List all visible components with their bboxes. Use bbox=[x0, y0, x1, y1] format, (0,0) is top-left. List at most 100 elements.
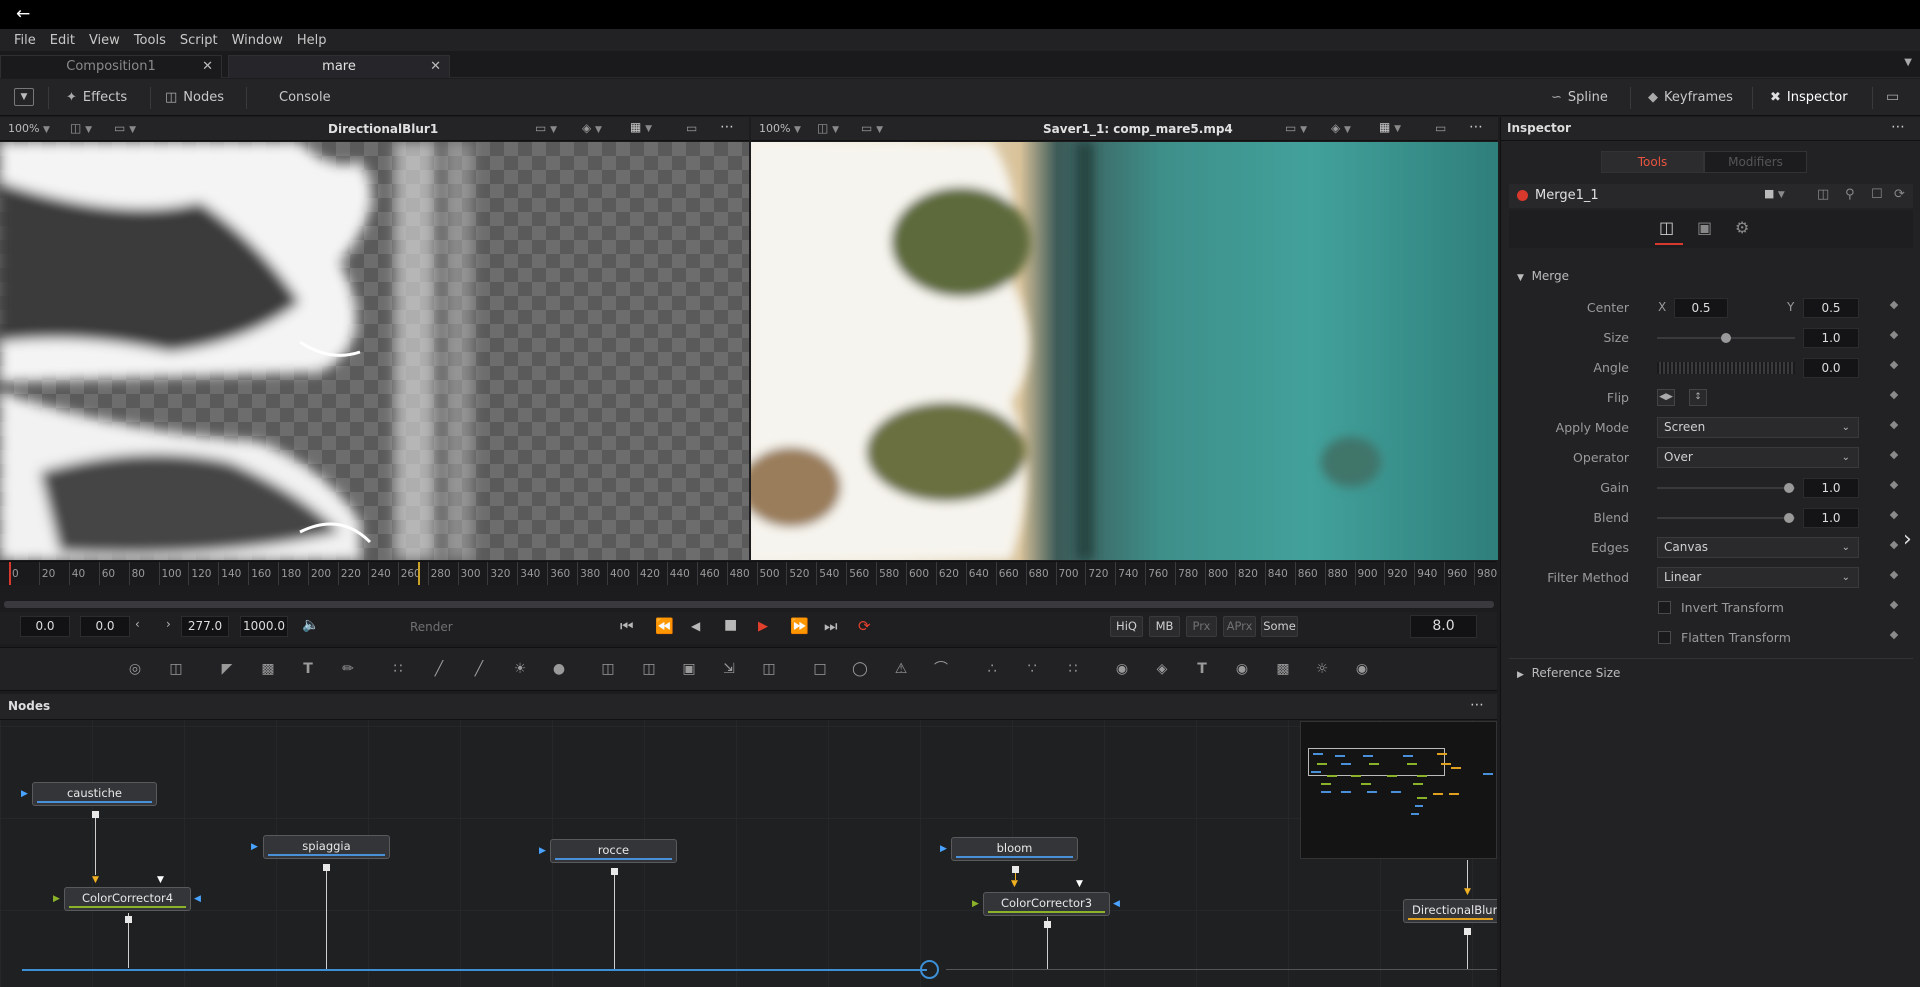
pipe-router-knot[interactable] bbox=[920, 960, 939, 979]
renderer3d-icon[interactable]: ◉ bbox=[1352, 660, 1372, 678]
zoom-dropdown[interactable]: 100% ▼ bbox=[759, 122, 801, 135]
fast-forward-icon[interactable]: ⏩ bbox=[790, 617, 809, 635]
next-frame-icon[interactable]: › bbox=[166, 617, 171, 631]
gain-slider-knob[interactable] bbox=[1784, 483, 1794, 493]
light3d-icon[interactable]: ☼ bbox=[1312, 660, 1332, 678]
invert-transform-checkbox[interactable] bbox=[1658, 601, 1671, 614]
effects-button[interactable]: ✦ Effects bbox=[66, 79, 127, 116]
merge-section-header[interactable]: ▼ Merge bbox=[1517, 269, 1569, 283]
merge-tool-icon[interactable]: ◫ bbox=[598, 660, 618, 678]
prev-frame-icon[interactable]: ‹ bbox=[135, 617, 140, 631]
proxy-toggle[interactable]: Prx bbox=[1186, 616, 1217, 637]
keyframe-diamond-icon[interactable] bbox=[1889, 630, 1899, 640]
color-channel-icon[interactable]: ◈ ▼ bbox=[1331, 121, 1351, 135]
ellipse-mask-icon[interactable]: ◯ bbox=[850, 660, 870, 678]
text-tool-icon[interactable]: T bbox=[298, 660, 318, 678]
go-to-start-icon[interactable]: ⏮ bbox=[620, 617, 634, 635]
node-directionalblur[interactable]: DirectionalBlur bbox=[1403, 899, 1497, 923]
matte-control-icon[interactable]: ▣ bbox=[679, 660, 699, 678]
flip-horizontal-icon[interactable]: ◀▶ bbox=[1657, 389, 1675, 406]
color-drop-icon[interactable]: ● bbox=[549, 660, 569, 678]
polygon-mask-icon[interactable]: ╱ bbox=[429, 660, 449, 678]
lock-icon[interactable]: ☐ bbox=[1871, 187, 1883, 202]
polygon-tool-icon[interactable]: ⚠ bbox=[891, 660, 911, 678]
keyframe-diamond-icon[interactable] bbox=[1889, 330, 1899, 340]
checker-icon[interactable]: ▭ bbox=[1435, 121, 1446, 135]
gain-input[interactable]: 1.0 bbox=[1803, 478, 1859, 498]
global-start-field[interactable]: 0.0 bbox=[80, 616, 130, 637]
roi-icon[interactable]: ▭ ▼ bbox=[1285, 121, 1307, 135]
time-scrubber[interactable] bbox=[4, 601, 1494, 608]
version-icon[interactable]: ◫ bbox=[1817, 187, 1829, 202]
particles-tool-icon[interactable]: ∷ bbox=[388, 660, 408, 678]
grid-icon[interactable]: ▦ ▼ bbox=[630, 120, 652, 134]
roi-icon[interactable]: ▭ ▼ bbox=[535, 121, 557, 135]
pin-icon[interactable]: ⚲ bbox=[1845, 187, 1855, 202]
keyframe-diamond-icon[interactable] bbox=[1889, 390, 1899, 400]
menu-edit[interactable]: Edit bbox=[50, 33, 75, 48]
blend-slider[interactable] bbox=[1657, 517, 1795, 519]
cube3d-icon[interactable]: ▩ bbox=[1273, 660, 1293, 678]
node-bloom[interactable]: bloom bbox=[951, 837, 1078, 861]
angle-input[interactable]: 0.0 bbox=[1803, 358, 1859, 378]
node-caustiche[interactable]: caustiche bbox=[32, 782, 157, 806]
back-arrow-icon[interactable]: ← bbox=[16, 4, 30, 24]
keyframe-diamond-icon[interactable] bbox=[1889, 420, 1899, 430]
flip-vertical-icon[interactable]: ↕ bbox=[1689, 389, 1707, 406]
more-options-icon[interactable]: ⋯ bbox=[720, 119, 734, 135]
menu-view[interactable]: View bbox=[89, 33, 120, 48]
time-ruler[interactable]: 0 20 40 60 80 100 120 140 160 180 200 220 240 260 280 3… bbox=[0, 561, 1497, 585]
keyframe-diamond-icon[interactable] bbox=[1889, 450, 1899, 460]
panel-expand-chevron-icon[interactable]: › bbox=[1903, 527, 1912, 552]
tab-modifiers[interactable]: Modifiers bbox=[1704, 151, 1807, 173]
loop-icon[interactable]: ⟳ bbox=[858, 617, 871, 635]
panel-toggle-button[interactable]: ▼ bbox=[14, 88, 34, 106]
angle-thumbwheel[interactable] bbox=[1657, 362, 1795, 374]
operator-dropdown[interactable]: Over ⌄ bbox=[1657, 447, 1859, 468]
node-colorcorrector3[interactable]: ColorCorrector3 bbox=[983, 892, 1110, 916]
nodes-button[interactable]: ◫ Nodes bbox=[165, 79, 224, 116]
bspline-mask-icon[interactable]: ╱ bbox=[469, 660, 489, 678]
camera3d-icon[interactable]: ◉ bbox=[1232, 660, 1252, 678]
more-options-icon[interactable]: ⋯ bbox=[1470, 697, 1484, 713]
paint-bg-tool-icon[interactable]: ▩ bbox=[258, 660, 278, 678]
channels-tab-icon[interactable]: ▣ bbox=[1697, 218, 1712, 237]
motion-blur-toggle[interactable]: MB bbox=[1149, 616, 1180, 637]
image-plane-tool-icon[interactable]: ◤ bbox=[217, 660, 237, 678]
more-options-icon[interactable]: ⋯ bbox=[1469, 119, 1483, 135]
rewind-icon[interactable]: ⏪ bbox=[655, 617, 674, 635]
global-end-field[interactable]: 1000.0 bbox=[240, 616, 288, 637]
apply-mode-dropdown[interactable]: Screen ⌄ bbox=[1657, 417, 1859, 438]
render-start-field[interactable]: 0.0 bbox=[20, 616, 70, 637]
console-button[interactable]: Console bbox=[279, 79, 331, 116]
tab-tools[interactable]: Tools bbox=[1601, 151, 1704, 173]
resize-tool-icon[interactable]: ⇲ bbox=[719, 660, 739, 678]
keyframe-diamond-icon[interactable] bbox=[1889, 540, 1899, 550]
keyframe-diamond-icon[interactable] bbox=[1889, 480, 1899, 490]
tab-mare[interactable]: mare ✕ bbox=[228, 55, 450, 78]
grid-icon[interactable]: ▦ ▼ bbox=[1379, 120, 1401, 134]
node-rocce[interactable]: rocce bbox=[550, 839, 677, 863]
size-slider-knob[interactable] bbox=[1721, 333, 1731, 343]
close-icon[interactable]: ✕ bbox=[430, 56, 441, 78]
particle-force-icon[interactable]: ∷ bbox=[1063, 660, 1083, 678]
paint-tool-icon[interactable]: ✏ bbox=[338, 660, 358, 678]
play-icon[interactable]: ▶ bbox=[758, 619, 768, 634]
lut-icon[interactable]: ▭ ▼ bbox=[114, 121, 136, 135]
reset-icon[interactable]: ⟳ bbox=[1894, 187, 1905, 202]
hiq-toggle[interactable]: HiQ bbox=[1110, 616, 1143, 637]
close-icon[interactable]: ✕ bbox=[202, 56, 213, 78]
brightness-contrast-icon[interactable]: ☀ bbox=[510, 660, 530, 678]
keyframe-diamond-icon[interactable] bbox=[1889, 510, 1899, 520]
center-x-input[interactable]: 0.5 bbox=[1674, 298, 1728, 318]
audio-speaker-icon[interactable]: 🔈 bbox=[302, 617, 319, 633]
bspline-tool-icon[interactable]: ⌒ bbox=[931, 660, 951, 678]
menu-help[interactable]: Help bbox=[297, 33, 327, 48]
color-channel-icon[interactable]: ◈ ▼ bbox=[582, 121, 602, 135]
background-tool-icon[interactable]: ◎ bbox=[125, 660, 145, 678]
node-spiaggia[interactable]: spiaggia bbox=[263, 835, 390, 859]
keyframe-diamond-icon[interactable] bbox=[1889, 570, 1899, 580]
center-y-input[interactable]: 0.5 bbox=[1803, 298, 1859, 318]
view-layout-icon[interactable]: ◫ ▼ bbox=[817, 121, 839, 135]
menu-file[interactable]: File bbox=[14, 33, 36, 48]
